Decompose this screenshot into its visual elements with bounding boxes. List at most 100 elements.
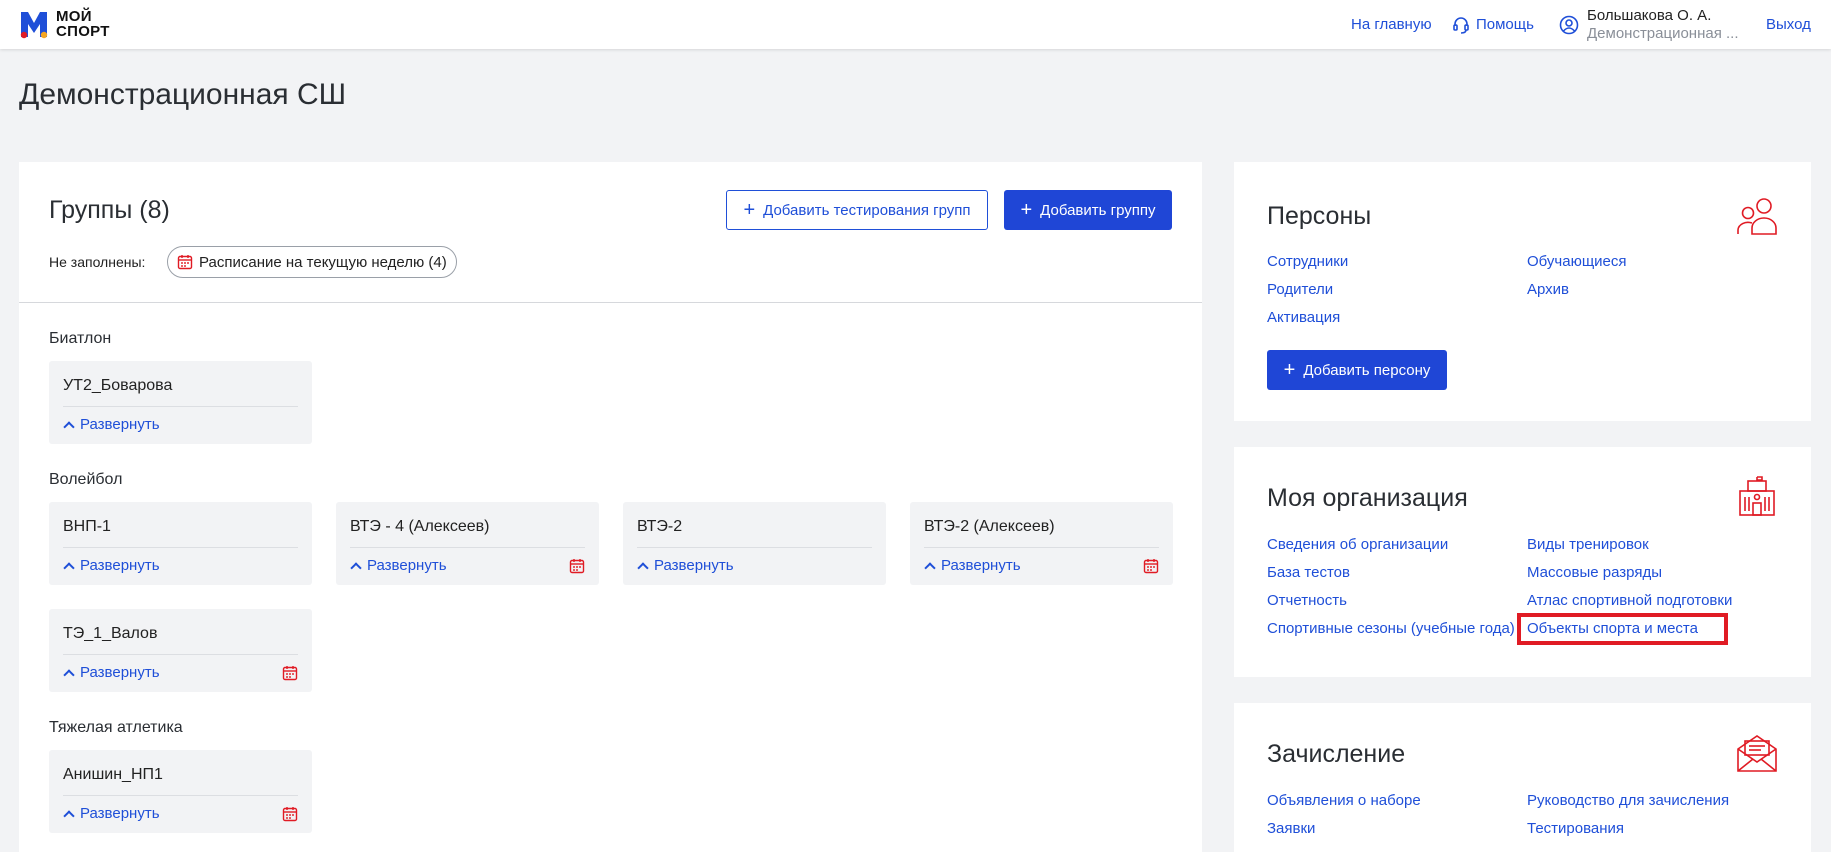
expand-link[interactable]: Развернуть xyxy=(350,557,447,574)
plus-icon: + xyxy=(743,199,756,221)
group-card[interactable]: УТ2_Боварова Развернуть xyxy=(49,361,312,444)
group-card-divider xyxy=(63,406,298,407)
chevron-up-icon xyxy=(63,420,75,433)
group-card[interactable]: ВТЭ - 4 (Алексеев) Развернуть xyxy=(336,502,599,585)
chevron-up-icon xyxy=(350,561,362,574)
org-link-seasons[interactable]: Спортивные сезоны (учебные года) xyxy=(1267,620,1515,637)
group-card-divider xyxy=(63,654,298,655)
sport-label-biathlon: Биатлон xyxy=(49,330,112,347)
nav-home-container: На главную xyxy=(1351,0,1432,49)
user-menu[interactable]: Большакова О. А. Демонстрационная ... xyxy=(1559,0,1739,49)
plus-icon: + xyxy=(1020,199,1033,221)
persons-icon xyxy=(1737,198,1777,235)
logo-icon xyxy=(20,12,48,39)
group-card-title: ВТЭ-2 (Алексеев) xyxy=(924,518,1055,535)
persons-link-archive[interactable]: Архив xyxy=(1527,281,1569,298)
expand-label: Развернуть xyxy=(80,557,160,574)
chevron-up-icon xyxy=(637,561,649,574)
expand-label: Развернуть xyxy=(654,557,734,574)
calendar-icon[interactable] xyxy=(1143,558,1159,574)
nav-exit-container: Выход xyxy=(1766,0,1811,49)
logo-text: МОЙ СПОРТ xyxy=(56,9,110,39)
enrollment-title: Зачисление xyxy=(1267,740,1406,768)
expand-link[interactable]: Развернуть xyxy=(924,557,1021,574)
logo[interactable]: МОЙ СПОРТ xyxy=(19,9,110,39)
calendar-icon xyxy=(177,255,193,270)
group-card[interactable]: ТЭ_1_Валов Развернуть xyxy=(49,609,312,692)
persons-title: Персоны xyxy=(1267,202,1372,230)
group-card-divider xyxy=(63,547,298,548)
nav-home-link[interactable]: На главную xyxy=(1351,16,1432,33)
persons-link-activation[interactable]: Активация xyxy=(1267,309,1340,326)
calendar-icon[interactable] xyxy=(569,558,585,574)
enroll-link-guide[interactable]: Руководство для зачисления xyxy=(1527,792,1729,809)
group-card-title: ВНП-1 xyxy=(63,518,111,535)
top-bar: МОЙ СПОРТ На главную Помощь Большакова О… xyxy=(0,0,1831,49)
nav-help-label: Помощь xyxy=(1476,16,1534,33)
group-card-title: УТ2_Боварова xyxy=(63,377,173,394)
calendar-icon[interactable] xyxy=(282,665,298,681)
expand-link[interactable]: Развернуть xyxy=(637,557,734,574)
org-link-tests-base[interactable]: База тестов xyxy=(1267,564,1350,581)
org-link-mass-ranks[interactable]: Массовые разряды xyxy=(1527,564,1662,581)
enrollment-panel: Зачисление Объявления о наборе Руководст… xyxy=(1234,703,1811,852)
logo-line-2: СПОРТ xyxy=(56,23,110,40)
chevron-up-icon xyxy=(924,561,936,574)
user-name: Большакова О. А. xyxy=(1587,6,1712,24)
persons-link-parents[interactable]: Родители xyxy=(1267,281,1333,298)
enroll-link-testing[interactable]: Тестирования xyxy=(1527,820,1624,837)
add-group-button[interactable]: + Добавить группу xyxy=(1004,190,1172,230)
chevron-up-icon xyxy=(63,668,75,681)
expand-link[interactable]: Развернуть xyxy=(63,805,160,822)
group-card[interactable]: ВНП-1 Развернуть xyxy=(49,502,312,585)
exit-link[interactable]: Выход xyxy=(1766,16,1811,33)
group-card[interactable]: ВТЭ-2 (Алексеев) Развернуть xyxy=(910,502,1173,585)
sport-label-volleyball: Волейбол xyxy=(49,471,123,488)
enroll-link-announcements[interactable]: Объявления о наборе xyxy=(1267,792,1421,809)
page-title: Демонстрационная СШ xyxy=(19,78,347,111)
groups-divider xyxy=(19,302,1202,303)
group-card[interactable]: ВТЭ-2 Развернуть xyxy=(623,502,886,585)
expand-label: Развернуть xyxy=(80,416,160,433)
org-link-training-types[interactable]: Виды тренировок xyxy=(1527,536,1649,553)
group-card-divider xyxy=(350,547,585,548)
expand-link[interactable]: Развернуть xyxy=(63,664,160,681)
add-group-label: Добавить группу xyxy=(1040,201,1156,219)
persons-link-students[interactable]: Обучающиеся xyxy=(1527,253,1627,270)
schedule-chip[interactable]: Расписание на текущую неделю (4) xyxy=(167,246,457,278)
schedule-chip-label: Расписание на текущую неделю (4) xyxy=(199,253,447,271)
unfilled-label: Не заполнены: xyxy=(49,254,146,270)
add-group-tests-label: Добавить тестирования групп xyxy=(763,201,971,219)
nav-help-link[interactable]: Помощь xyxy=(1452,0,1534,49)
org-link-reports[interactable]: Отчетность xyxy=(1267,592,1347,609)
group-card[interactable]: Анишин_НП1 Развернуть xyxy=(49,750,312,833)
building-icon xyxy=(1739,476,1775,516)
group-card-divider xyxy=(63,795,298,796)
highlight-box xyxy=(1517,613,1728,645)
expand-link[interactable]: Развернуть xyxy=(63,416,160,433)
expand-label: Развернуть xyxy=(367,557,447,574)
persons-link-employees[interactable]: Сотрудники xyxy=(1267,253,1348,270)
chevron-up-icon xyxy=(63,809,75,822)
org-link-atlas[interactable]: Атлас спортивной подготовки xyxy=(1527,592,1732,609)
expand-label: Развернуть xyxy=(80,664,160,681)
logo-line-1: МОЙ xyxy=(56,8,92,25)
group-card-divider xyxy=(637,547,872,548)
calendar-icon[interactable] xyxy=(282,806,298,822)
user-circle-icon xyxy=(1559,15,1579,34)
add-person-button[interactable]: + Добавить персону xyxy=(1267,350,1447,390)
organization-title: Моя организация xyxy=(1267,484,1468,512)
plus-icon: + xyxy=(1283,359,1296,381)
group-card-title: ТЭ_1_Валов xyxy=(63,625,158,642)
enroll-link-applications[interactable]: Заявки xyxy=(1267,820,1315,837)
org-link-info[interactable]: Сведения об организации xyxy=(1267,536,1448,553)
sport-label-weightlifting: Тяжелая атлетика xyxy=(49,719,183,736)
expand-label: Развернуть xyxy=(80,805,160,822)
user-org: Демонстрационная ... xyxy=(1587,24,1739,42)
envelope-icon xyxy=(1737,735,1777,772)
group-card-title: ВТЭ-2 xyxy=(637,518,683,535)
add-group-tests-button[interactable]: + Добавить тестирования групп xyxy=(726,190,988,230)
group-card-title: ВТЭ - 4 (Алексеев) xyxy=(350,518,490,535)
expand-label: Развернуть xyxy=(941,557,1021,574)
expand-link[interactable]: Развернуть xyxy=(63,557,160,574)
